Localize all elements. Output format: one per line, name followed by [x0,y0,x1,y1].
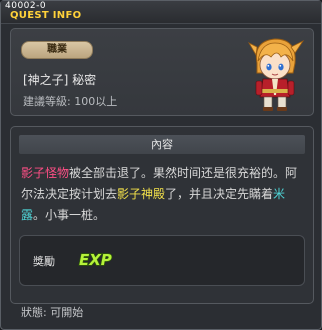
reward-label: 獎勵 [33,255,55,268]
quest-description: 影子怪物被全部击退了。果然时间还是很充裕的。阿尔法决定按计划去影子神殿了，并且决… [21,163,309,226]
reward-box: 獎勵 EXP [19,235,305,286]
content-header: 內容 [19,135,305,154]
quest-content-panel: 內容 影子怪物被全部击退了。果然时间还是很充裕的。阿尔法决定按计划去影子神殿了，… [10,126,314,304]
exp-icon-text: EXP [79,251,112,269]
quest-info-window: 40002-0 QUEST INFO 職業 [神之子] 秘密 建議等級: 100… [0,0,322,330]
title-bar[interactable]: 40002-0 QUEST INFO [1,1,321,24]
quest-name: [神之子] 秘密 [23,73,97,87]
npc-portrait [247,38,305,111]
exp-icon[interactable]: EXP [76,247,116,271]
quest-status: 狀態: 可開始 [21,306,84,319]
highlight-monster: 影子怪物 [21,166,70,180]
quest-summary-panel: 職業 [神之子] 秘密 建議等級: 100以上 [10,28,314,116]
job-badge: 職業 [21,41,93,59]
description-text: 。小事一桩。 [33,208,106,222]
required-level: 建議等級: 100以上 [23,95,118,108]
window-title: QUEST INFO [10,10,82,21]
description-text: 了，并且决定先瞞着 [165,187,274,201]
highlight-location: 影子神殿 [117,187,166,201]
